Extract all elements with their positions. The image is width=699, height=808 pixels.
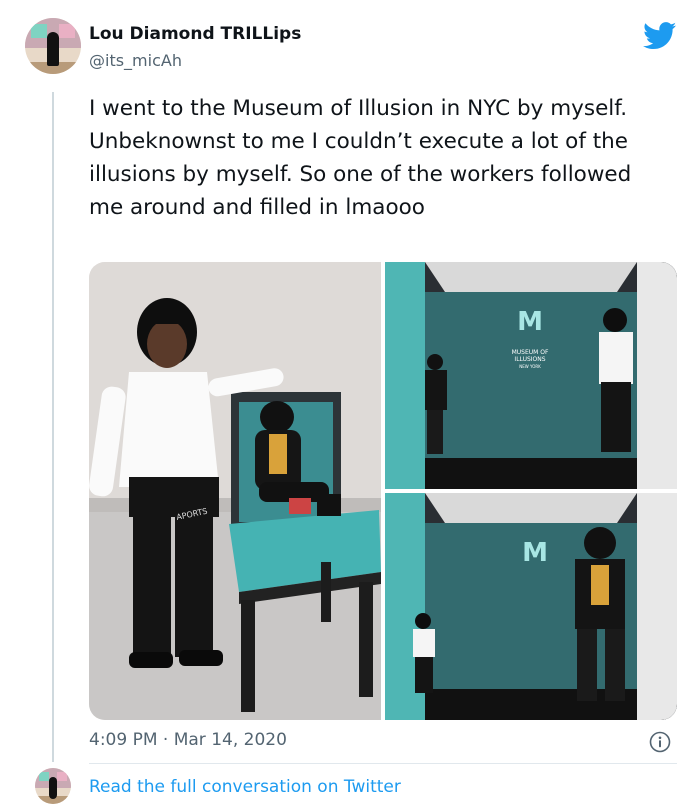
tweet-date: Mar 14, 2020: [173, 730, 287, 750]
photo-giant-chair[interactable]: APORTS: [89, 262, 381, 720]
wall-sign-line2: ILLUSIONS: [514, 356, 545, 363]
photo-illusion-room-1[interactable]: M MUSEUM OF ILLUSIONS NEW YORK: [385, 262, 677, 489]
thread-line: [52, 92, 54, 762]
author-handle[interactable]: @its_micAh: [89, 51, 182, 70]
media-grid[interactable]: APORTS M MUSEUM OF ILLUSIONS NEW YORK M: [89, 262, 677, 720]
tweet-text: I went to the Museum of Illusion in NYC …: [89, 96, 632, 220]
photo-illusion-room-2[interactable]: M: [385, 493, 677, 720]
timestamp-separator: ·: [162, 730, 169, 750]
twitter-bird-icon[interactable]: [643, 22, 677, 50]
author-avatar[interactable]: [25, 18, 81, 74]
info-icon[interactable]: [649, 731, 671, 753]
wall-sign-line1: MUSEUM OF: [512, 349, 549, 356]
read-full-conversation-link[interactable]: Read the full conversation on Twitter: [89, 777, 401, 797]
svg-text:M: M: [522, 538, 548, 568]
footer-divider: [89, 763, 677, 764]
svg-text:M: M: [517, 307, 543, 337]
tweet-time: 4:09 PM: [89, 730, 158, 750]
author-display-name[interactable]: Lou Diamond TRILLips: [89, 24, 301, 44]
tweet-timestamp[interactable]: 4:09 PM · Mar 14, 2020: [89, 730, 287, 750]
footer-avatar[interactable]: [35, 768, 71, 804]
wall-sign-line3: NEW YORK: [519, 364, 541, 369]
